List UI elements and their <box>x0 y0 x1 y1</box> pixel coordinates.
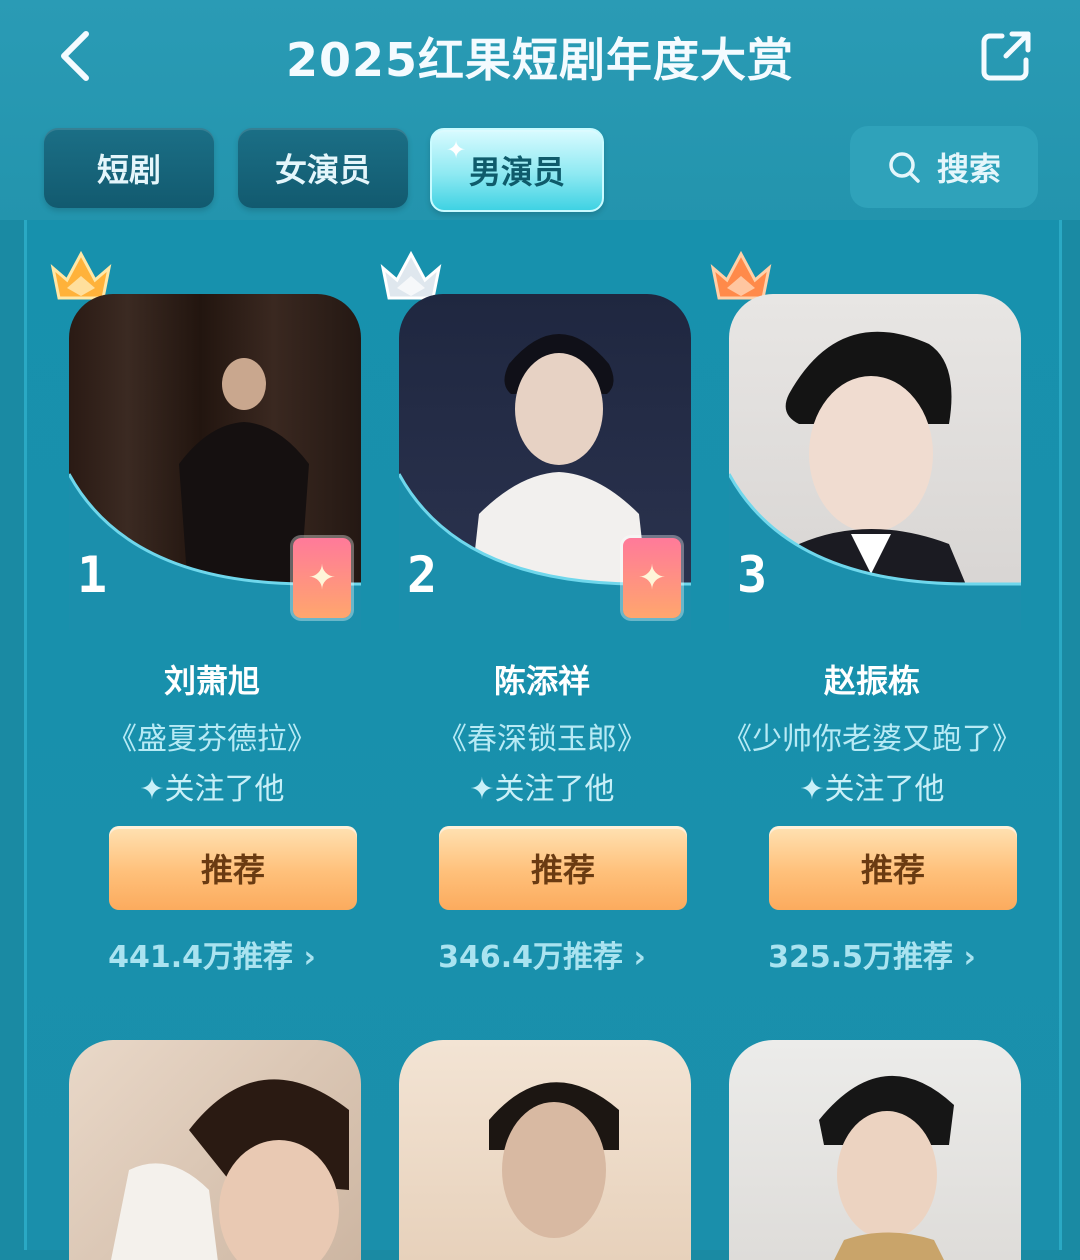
actor-photo[interactable]: 3 <box>729 294 1021 630</box>
card-frame <box>729 473 1021 630</box>
recommend-count[interactable]: 346.4万推荐 › <box>377 932 707 976</box>
actor-photo[interactable] <box>729 1040 1021 1260</box>
tab-label: 短剧 <box>96 151 161 189</box>
actor-photo[interactable] <box>399 1040 691 1260</box>
recommend-button[interactable]: 推荐 <box>769 826 1017 910</box>
header: 2025红果短剧年度大赏 短剧 女演员 ✦ 男演员 搜索 <box>0 0 1080 220</box>
search-button[interactable]: 搜索 <box>850 126 1038 208</box>
actor-name: 赵振栋 <box>823 662 920 700</box>
tab-actresses[interactable]: 女演员 <box>238 128 408 208</box>
award-badge: ✦ <box>623 538 681 618</box>
star-icon: ✦ <box>307 558 337 598</box>
search-label: 搜索 <box>936 150 1001 188</box>
search-icon <box>889 152 920 183</box>
actor-photo[interactable]: 2 ✦ <box>399 294 691 630</box>
recommend-count[interactable]: 325.5万推荐 › <box>707 932 1037 976</box>
follow-status: ✦关注了他 <box>469 772 615 807</box>
tab-actors[interactable]: ✦ 男演员 <box>430 128 604 212</box>
drama-title[interactable]: 《春深锁玉郎》 <box>357 714 727 758</box>
page-title: 2025红果短剧年度大赏 <box>285 33 795 87</box>
award-badge: ✦ <box>293 538 351 618</box>
follow-status: ✦关注了他 <box>799 772 945 807</box>
ranking-panel: 1 ✦ 刘萧旭 《盛夏芬德拉》 ✦关注了他 推荐 441.4万推荐 › 2 ✦ … <box>24 220 1062 1260</box>
follow-status: ✦关注了他 <box>139 772 285 807</box>
sparkle-icon: ✦ <box>446 136 467 164</box>
tab-label: 女演员 <box>274 151 371 189</box>
recommend-count[interactable]: 441.4万推荐 › <box>47 932 377 976</box>
rank-number: 3 <box>737 546 768 604</box>
actor-name: 陈添祥 <box>493 662 590 700</box>
share-button[interactable] <box>978 28 1034 84</box>
actor-photo[interactable]: 1 ✦ <box>69 294 361 630</box>
star-icon: ✦ <box>637 558 667 598</box>
drama-title[interactable]: 《少帅你老婆又跑了》 <box>687 714 1057 758</box>
portrait-silhouette <box>819 1075 954 1260</box>
drama-title[interactable]: 《盛夏芬德拉》 <box>27 714 397 758</box>
portrait-silhouette <box>111 1079 349 1260</box>
share-external-icon <box>981 31 1031 81</box>
recommend-button[interactable]: 推荐 <box>109 826 357 910</box>
tab-label: 男演员 <box>468 153 565 191</box>
actor-photo[interactable] <box>69 1040 361 1260</box>
recommend-button[interactable]: 推荐 <box>439 826 687 910</box>
rank-number: 1 <box>77 546 108 604</box>
actor-name: 刘萧旭 <box>163 662 260 700</box>
tab-short-drama[interactable]: 短剧 <box>44 128 214 208</box>
portrait-silhouette <box>489 1082 619 1238</box>
rank-number: 2 <box>407 546 438 604</box>
